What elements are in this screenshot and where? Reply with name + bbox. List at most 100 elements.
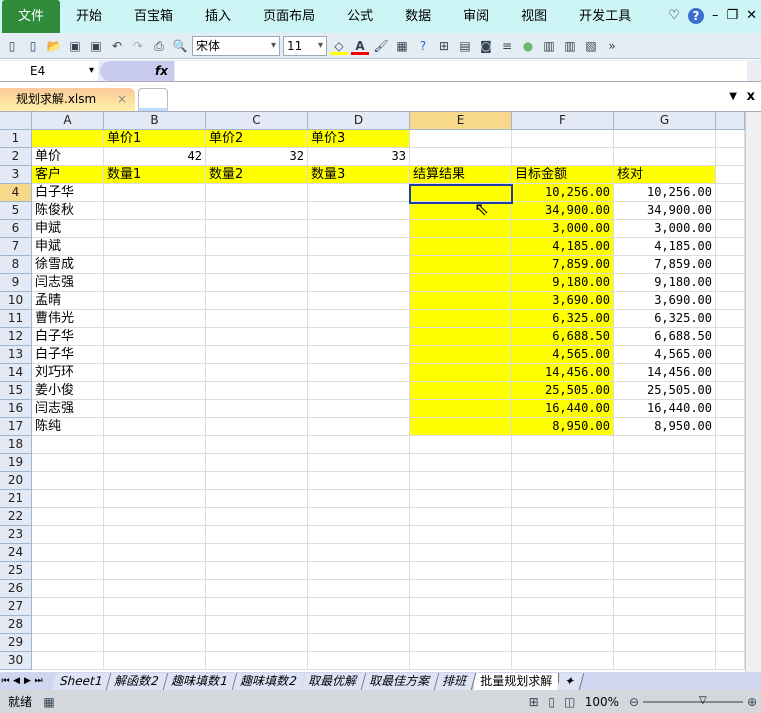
page-break-icon[interactable]: ◫ bbox=[561, 693, 579, 711]
cell[interactable] bbox=[410, 454, 512, 472]
cell[interactable]: 白子华 bbox=[32, 184, 104, 202]
cell[interactable] bbox=[308, 508, 410, 526]
cell[interactable] bbox=[614, 652, 716, 670]
help-arrow-icon[interactable]: ? bbox=[414, 37, 432, 55]
cell[interactable] bbox=[716, 292, 745, 310]
cell[interactable] bbox=[410, 328, 512, 346]
cell[interactable] bbox=[410, 220, 512, 238]
cell[interactable] bbox=[32, 616, 104, 634]
row-header[interactable]: 22 bbox=[0, 508, 32, 526]
row-header[interactable]: 18 bbox=[0, 436, 32, 454]
row-header[interactable]: 26 bbox=[0, 580, 32, 598]
sheet-tab[interactable]: 取最优解 bbox=[300, 672, 367, 690]
row-header[interactable]: 21 bbox=[0, 490, 32, 508]
cell[interactable] bbox=[512, 436, 614, 454]
cell[interactable] bbox=[206, 220, 308, 238]
open-icon[interactable]: 📂 bbox=[45, 37, 63, 55]
cell[interactable] bbox=[410, 436, 512, 454]
blank-icon[interactable]: ▯ bbox=[24, 37, 42, 55]
cell[interactable]: 单价3 bbox=[308, 130, 410, 148]
cell[interactable] bbox=[716, 148, 745, 166]
minimize-icon[interactable]: – bbox=[712, 8, 719, 24]
cell[interactable] bbox=[614, 526, 716, 544]
cell[interactable] bbox=[206, 490, 308, 508]
menu-4[interactable]: 页面布局 bbox=[247, 0, 331, 33]
first-sheet-icon[interactable]: ⏮ bbox=[0, 676, 11, 686]
cell[interactable]: 10,256.00 bbox=[512, 184, 614, 202]
cell[interactable] bbox=[410, 130, 512, 148]
cell[interactable] bbox=[104, 508, 206, 526]
row-header[interactable]: 23 bbox=[0, 526, 32, 544]
menu-7[interactable]: 审阅 bbox=[447, 0, 505, 33]
row-header[interactable]: 24 bbox=[0, 544, 32, 562]
spreadsheet-grid[interactable]: A B C D E F G 1 单价1 单价2 单价3 2 单价 42 32 33 3 客户 数量1 数量2 数量3 结算… bbox=[0, 112, 745, 672]
normal-view-icon[interactable]: ⊞ bbox=[525, 693, 543, 711]
cell[interactable]: 4,185.00 bbox=[614, 238, 716, 256]
cell[interactable] bbox=[410, 364, 512, 382]
save-as-icon[interactable]: ▣ bbox=[87, 37, 105, 55]
cell[interactable]: 4,565.00 bbox=[512, 346, 614, 364]
cell[interactable] bbox=[512, 148, 614, 166]
cell[interactable] bbox=[104, 652, 206, 670]
cell[interactable] bbox=[512, 616, 614, 634]
cell[interactable]: 徐雪成 bbox=[32, 256, 104, 274]
cell[interactable]: 8,950.00 bbox=[512, 418, 614, 436]
name-box[interactable]: E4 bbox=[0, 61, 98, 81]
cell[interactable]: 数量2 bbox=[206, 166, 308, 184]
row-header[interactable]: 3 bbox=[0, 166, 32, 184]
cell[interactable] bbox=[716, 346, 745, 364]
cell[interactable] bbox=[104, 256, 206, 274]
cell[interactable] bbox=[104, 274, 206, 292]
split-icon[interactable]: ▥ bbox=[561, 37, 579, 55]
circle-icon[interactable]: ● bbox=[519, 37, 537, 55]
cell[interactable] bbox=[206, 184, 308, 202]
cell[interactable]: 16,440.00 bbox=[512, 400, 614, 418]
cell[interactable] bbox=[206, 382, 308, 400]
cell[interactable] bbox=[308, 400, 410, 418]
menu-3[interactable]: 插入 bbox=[189, 0, 247, 33]
table-icon[interactable]: ▤ bbox=[456, 37, 474, 55]
row-header[interactable]: 6 bbox=[0, 220, 32, 238]
cell[interactable] bbox=[410, 652, 512, 670]
document-tab[interactable]: 规划求解.xlsm × bbox=[0, 88, 135, 111]
cell[interactable] bbox=[206, 400, 308, 418]
row-header[interactable]: 11 bbox=[0, 310, 32, 328]
cell[interactable] bbox=[410, 292, 512, 310]
cell[interactable] bbox=[716, 526, 745, 544]
cell[interactable] bbox=[206, 544, 308, 562]
cell[interactable] bbox=[308, 652, 410, 670]
cell[interactable]: 7,859.00 bbox=[512, 256, 614, 274]
menu-1[interactable]: 开始 bbox=[60, 0, 118, 33]
cell[interactable]: 34,900.00 bbox=[614, 202, 716, 220]
cell[interactable] bbox=[104, 436, 206, 454]
cell[interactable] bbox=[410, 310, 512, 328]
cell[interactable] bbox=[104, 490, 206, 508]
cell[interactable] bbox=[308, 616, 410, 634]
vertical-scrollbar[interactable] bbox=[745, 112, 761, 672]
cell[interactable]: 孟晴 bbox=[32, 292, 104, 310]
cell[interactable]: 客户 bbox=[32, 166, 104, 184]
cell[interactable] bbox=[32, 508, 104, 526]
cell[interactable] bbox=[32, 544, 104, 562]
cell[interactable] bbox=[410, 274, 512, 292]
cell[interactable] bbox=[206, 418, 308, 436]
cell[interactable] bbox=[104, 634, 206, 652]
cell[interactable] bbox=[104, 580, 206, 598]
row-header[interactable]: 28 bbox=[0, 616, 32, 634]
row-header[interactable]: 9 bbox=[0, 274, 32, 292]
cell[interactable] bbox=[32, 490, 104, 508]
cell[interactable]: 10,256.00 bbox=[614, 184, 716, 202]
cell[interactable] bbox=[512, 580, 614, 598]
cell[interactable] bbox=[308, 256, 410, 274]
cell[interactable] bbox=[308, 310, 410, 328]
cell[interactable] bbox=[104, 346, 206, 364]
font-select[interactable]: 宋体 bbox=[192, 35, 280, 56]
cell[interactable]: 申斌 bbox=[32, 238, 104, 256]
cell[interactable] bbox=[512, 652, 614, 670]
insert-sheet-icon[interactable]: ✦ bbox=[557, 672, 585, 690]
cell[interactable] bbox=[716, 616, 745, 634]
cell[interactable]: 陈俊秋 bbox=[32, 202, 104, 220]
cell[interactable] bbox=[512, 454, 614, 472]
formula-input[interactable] bbox=[175, 61, 747, 81]
column-header-C[interactable]: C bbox=[206, 112, 308, 130]
